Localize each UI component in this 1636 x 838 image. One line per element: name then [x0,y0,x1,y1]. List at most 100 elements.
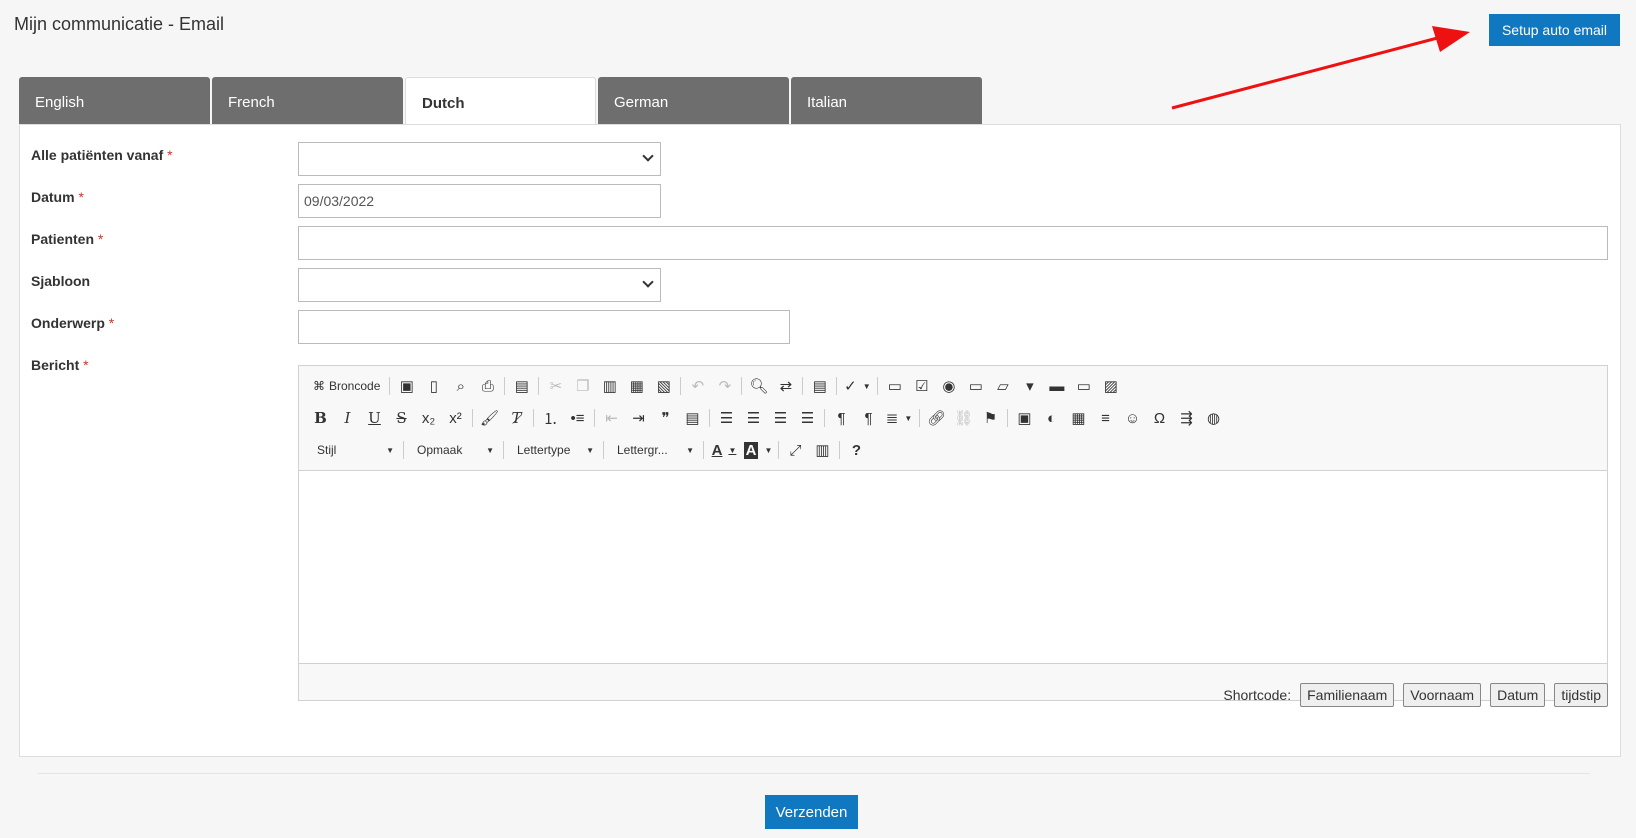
subscript-icon[interactable]: x₂ [415,405,442,431]
subject-input[interactable] [298,310,790,344]
bold-icon[interactable]: B [307,405,334,431]
indent-icon[interactable]: ⇥ [625,405,652,431]
new-page-icon[interactable]: ▯ [420,373,447,399]
superscript-icon[interactable]: x² [442,405,469,431]
style-dropdown[interactable]: Stijl ▼ [307,438,400,462]
special-char-icon[interactable]: Ω [1146,405,1173,431]
rtl-icon[interactable]: ¶ [855,405,882,431]
bg-color-icon[interactable]: A ▼ [741,437,775,463]
caret-down-icon: ▼ [686,445,694,455]
required-mark: * [78,189,84,205]
toolbar-separator [836,377,838,395]
cut-icon[interactable]: ✂ [542,373,569,399]
send-button[interactable]: Verzenden [765,795,858,829]
help-icon[interactable]: ? [843,437,870,463]
shortcodes-bar: Shortcode: Familienaam Voornaam Datum ti… [1223,683,1608,707]
outdent-icon[interactable]: ⇤ [598,405,625,431]
language-icon[interactable]: ≣ ▼ [882,405,916,431]
editor-content-area[interactable] [299,470,1607,664]
date-input[interactable] [298,184,661,218]
tab-german[interactable]: German [598,77,789,125]
save-icon[interactable]: ▣ [393,373,420,399]
format-dropdown[interactable]: Opmaak ▼ [407,438,500,462]
horizontal-line-icon[interactable]: ≡ [1092,405,1119,431]
toolbar-separator [503,441,504,459]
image-button-icon[interactable]: ▭ [1070,373,1097,399]
button-field-icon[interactable]: ▬ [1043,373,1070,399]
unlink-icon[interactable]: ⛓︎ [950,405,977,431]
paste-text-icon[interactable]: ▦ [623,373,650,399]
redo-icon[interactable]: ↷ [711,373,738,399]
paste-word-icon[interactable]: ▧ [650,373,677,399]
toolbar-separator [533,409,534,427]
ltr-icon[interactable]: ¶ [828,405,855,431]
textfield-icon[interactable]: ▭ [962,373,989,399]
patients-from-select[interactable] [298,142,661,176]
shortcode-voornaam-button[interactable]: Voornaam [1403,683,1482,707]
caret-down-icon: ▼ [386,445,394,455]
patients-from-label: Alle patiënten vanaf * [31,147,173,163]
justify-icon[interactable]: ☰ [794,405,821,431]
tab-italian[interactable]: Italian [791,77,982,125]
blockquote-icon[interactable]: ❞ [652,405,679,431]
setup-auto-email-button[interactable]: Setup auto email [1489,14,1620,46]
tab-dutch[interactable]: Dutch [405,77,596,126]
font-size-dropdown[interactable]: Lettergr... ▼ [607,438,700,462]
tab-french[interactable]: French [212,77,403,125]
email-form-panel: Alle patiënten vanaf * Datum * Patienten… [19,124,1621,757]
paste-icon[interactable]: ▥ [596,373,623,399]
checkbox-icon[interactable]: ☑ [908,373,935,399]
form-icon[interactable]: ▭ [881,373,908,399]
flash-icon[interactable]: ◐ [1038,405,1065,431]
replace-icon[interactable]: ⇄ [772,373,799,399]
table-icon[interactable]: ▦ [1065,405,1092,431]
page-title: Mijn communicatie - Email [14,14,225,34]
bulleted-list-icon[interactable]: •≡ [564,405,591,431]
link-icon[interactable]: 🔗︎ [923,405,950,431]
patients-label: Patienten * [31,231,104,247]
template-select[interactable] [298,268,661,302]
hidden-field-icon[interactable]: ▨ [1097,373,1124,399]
textarea-icon[interactable]: ▱ [989,373,1016,399]
smiley-icon[interactable]: ☺ [1119,405,1146,431]
print-icon[interactable]: ⎙ [474,373,501,399]
radio-icon[interactable]: ◉ [935,373,962,399]
shortcode-tijdstip-button[interactable]: tijdstip [1554,683,1608,707]
find-icon[interactable]: 🔍︎ [745,373,772,399]
strikethrough-icon[interactable]: S [388,405,415,431]
maximize-icon[interactable]: ⤢ [782,437,809,463]
source-button[interactable]: ⌘ Broncode [307,373,386,399]
page-break-icon[interactable]: ⇶ [1173,405,1200,431]
anchor-flag-icon[interactable]: ⚑ [977,405,1004,431]
text-color-icon[interactable]: A ▼ [707,437,741,463]
undo-icon[interactable]: ↶ [684,373,711,399]
underline-icon[interactable]: U [361,405,388,431]
select-field-icon[interactable]: ▾ [1016,373,1043,399]
align-right-icon[interactable]: ☰ [767,405,794,431]
spellcheck-icon[interactable]: ✓ ▼ [840,373,874,399]
select-all-icon[interactable]: ▤ [806,373,833,399]
copy-icon[interactable]: ❐ [569,373,596,399]
copy-format-icon[interactable]: 🖌︎ [476,405,503,431]
remove-format-icon[interactable]: T̷ [503,405,530,431]
toolbar-separator [839,441,840,459]
align-left-icon[interactable]: ☰ [713,405,740,431]
preview-icon[interactable]: ⌕ [447,373,474,399]
templates-icon[interactable]: ▤ [508,373,535,399]
image-icon[interactable]: ▣ [1011,405,1038,431]
tab-english[interactable]: English [19,77,210,125]
numbered-list-icon[interactable]: ⒈ [537,405,564,431]
italic-icon[interactable]: I [334,405,361,431]
iframe-globe-icon[interactable]: ◍ [1200,405,1227,431]
toolbar-separator [538,377,540,395]
required-mark: * [97,231,104,247]
shortcode-familienaam-button[interactable]: Familienaam [1300,683,1395,707]
patients-input[interactable] [298,226,1608,260]
align-center-icon[interactable]: ☰ [740,405,767,431]
annotation-arrow [1171,26,1470,110]
shortcode-datum-button[interactable]: Datum [1490,683,1546,707]
font-dropdown[interactable]: Lettertype ▼ [507,438,600,462]
show-blocks-icon[interactable]: ▥ [809,437,836,463]
toolbar-separator [680,377,682,395]
div-container-icon[interactable]: ▤ [679,405,706,431]
